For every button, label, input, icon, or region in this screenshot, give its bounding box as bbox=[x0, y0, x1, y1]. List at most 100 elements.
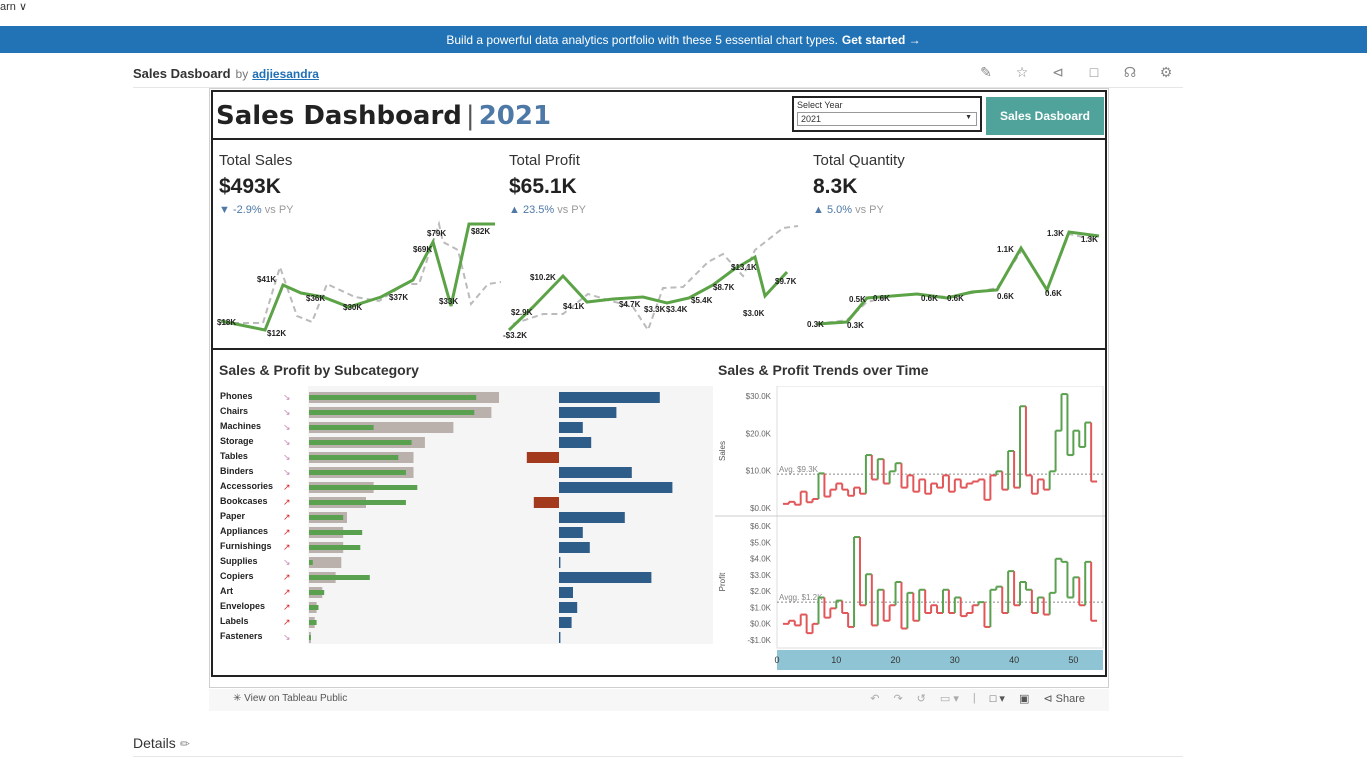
y-tick-label: $10.0K bbox=[746, 467, 772, 476]
sales-bar bbox=[309, 500, 406, 505]
award-icon[interactable]: ☊ bbox=[1121, 64, 1139, 81]
plot-background bbox=[776, 386, 1104, 649]
pencil-icon[interactable]: ✏ bbox=[180, 737, 190, 751]
profit-label: $3.3K bbox=[644, 305, 666, 314]
profit-label: $8.7K bbox=[713, 283, 735, 292]
sales-bar bbox=[309, 395, 477, 400]
subcategory-label: Envelopes bbox=[220, 601, 265, 611]
x-tick-label: 50 bbox=[1068, 655, 1078, 665]
quantity-label: 0.6K bbox=[947, 294, 964, 303]
trend-up-icon: ↗ bbox=[283, 542, 291, 552]
trend-up-icon: ↗ bbox=[283, 617, 291, 627]
revert-icon[interactable]: ↺ bbox=[917, 692, 926, 705]
select-year-dropdown[interactable]: 2021 ▼ bbox=[797, 112, 977, 126]
profit-label: $3.0K bbox=[743, 309, 765, 318]
x-tick-label: 10 bbox=[831, 655, 841, 665]
kpi-total-profit: Total Profit $65.1K ▲ 23.5% vs PY $2.9K … bbox=[503, 142, 805, 350]
y-tick-label: $0.0K bbox=[750, 620, 772, 629]
author-link[interactable]: adjiesandra bbox=[252, 67, 319, 81]
settings-icon[interactable]: ⚙ bbox=[1157, 64, 1175, 81]
subcategory-label: Appliances bbox=[220, 526, 268, 536]
sales-label: $37K bbox=[389, 293, 408, 302]
quantity-label: 0.3K bbox=[847, 321, 864, 330]
learn-menu[interactable]: arn ∨ bbox=[0, 0, 27, 13]
profit-bar bbox=[559, 632, 561, 643]
comment-icon[interactable]: □ ▾ bbox=[990, 692, 1005, 705]
profit-bar-negative bbox=[526, 452, 559, 463]
viz-container: Sales Dashboard | 2021 Select Year 2021 ▼ … bbox=[209, 88, 1109, 688]
profit-bar bbox=[559, 617, 572, 628]
profit-bar bbox=[559, 437, 592, 448]
profit-bar bbox=[559, 482, 673, 493]
kpi-value: $493K bbox=[219, 175, 281, 198]
sales-bar bbox=[309, 440, 412, 445]
trend-down-icon: ↘ bbox=[283, 422, 291, 432]
trend-up-icon: ↗ bbox=[283, 497, 291, 507]
profit-bar bbox=[559, 407, 617, 418]
kpi-value: $65.1K bbox=[509, 175, 577, 198]
edit-icon[interactable]: ✎ bbox=[977, 64, 995, 81]
subcategory-label: Phones bbox=[220, 391, 253, 401]
kpi-total-quantity: Total Quantity 8.3K ▲ 5.0% vs PY 0.3K 0.… bbox=[807, 142, 1105, 350]
share-icon[interactable]: ⊲ bbox=[1049, 64, 1067, 81]
dashboard-year: 2021 bbox=[478, 101, 552, 131]
y-axis-title: Sales bbox=[718, 441, 727, 461]
y-tick-label: $5.0K bbox=[750, 538, 772, 547]
trends-chart: $30.0K $20.0K $10.0K $0.0K Sales Avg. $9.3K $6… bbox=[715, 386, 1105, 670]
subcategory-label: Labels bbox=[220, 616, 249, 626]
average-label: Avg. $9.3K bbox=[779, 465, 819, 474]
sales-label: $82K bbox=[471, 227, 490, 236]
trends-title: Sales & Profit Trends over Time bbox=[718, 362, 929, 378]
select-year-label: Select Year bbox=[797, 100, 843, 110]
sales-bar bbox=[309, 530, 363, 535]
trend-up-icon: ↗ bbox=[283, 587, 291, 597]
get-started-link[interactable]: Get started → bbox=[842, 33, 921, 47]
subcategory-label: Binders bbox=[220, 466, 254, 476]
chevron-down-icon: ▼ bbox=[965, 114, 972, 121]
y-tick-label: $2.0K bbox=[750, 587, 772, 596]
sales-dashboard-button[interactable]: Sales Dasboard bbox=[986, 97, 1104, 135]
profit-label: $13.1K bbox=[731, 263, 757, 272]
sales-bar bbox=[309, 605, 319, 610]
y-tick-label: $4.0K bbox=[750, 555, 772, 564]
y-tick-label: $0.0K bbox=[750, 504, 772, 513]
view-on-tableau-label: View on Tableau Public bbox=[244, 693, 348, 704]
subcategory-label: Machines bbox=[220, 421, 261, 431]
profit-bar bbox=[559, 527, 583, 538]
pause-icon[interactable]: ▭ ▾ bbox=[940, 692, 959, 705]
kpi-title: Total Quantity bbox=[813, 152, 905, 169]
profit-bar-negative bbox=[533, 497, 559, 508]
profit-bar bbox=[559, 602, 578, 613]
profit-bar bbox=[559, 512, 625, 523]
view-on-tableau-link[interactable]: ✳ View on Tableau Public bbox=[233, 693, 347, 704]
viz-title: Sales Dasboard bbox=[133, 66, 231, 81]
profit-bar bbox=[559, 557, 561, 568]
dashboard-title: Sales Dashboard | 2021 bbox=[216, 101, 551, 131]
comment-icon[interactable]: □ bbox=[1085, 64, 1103, 81]
trend-down-icon: ↘ bbox=[283, 407, 291, 417]
star-icon[interactable]: ☆ bbox=[1013, 64, 1031, 81]
quantity-label: 0.5K bbox=[849, 295, 866, 304]
sales-label: $41K bbox=[257, 275, 276, 284]
y-tick-label: $30.0K bbox=[746, 392, 772, 401]
kpi-row: Total Sales $493K ▼ -2.9% vs PY $18K $12… bbox=[213, 142, 1105, 350]
undo-icon[interactable]: ↶ bbox=[870, 692, 879, 705]
subcategory-label: Storage bbox=[220, 436, 254, 446]
subcategory-label: Paper bbox=[220, 511, 246, 521]
divider: | bbox=[972, 692, 976, 704]
quantity-label: 1.1K bbox=[997, 245, 1014, 254]
x-axis-band bbox=[777, 650, 1103, 670]
x-tick-label: 30 bbox=[950, 655, 960, 665]
subcategory-label: Furnishings bbox=[220, 541, 272, 551]
trend-down-icon: ↘ bbox=[283, 557, 291, 567]
kpi-value: 8.3K bbox=[813, 175, 858, 198]
select-year-filter: Select Year 2021 ▼ bbox=[792, 96, 982, 132]
sales-bar bbox=[309, 470, 406, 475]
fullscreen-icon[interactable]: ▣ bbox=[1019, 692, 1029, 705]
x-tick-label: 20 bbox=[891, 655, 901, 665]
share-button[interactable]: ⊲ Share bbox=[1043, 692, 1085, 705]
quantity-label: 0.6K bbox=[1045, 289, 1062, 298]
profit-bar bbox=[559, 392, 660, 403]
x-tick-label: 40 bbox=[1009, 655, 1019, 665]
redo-icon[interactable]: ↷ bbox=[893, 692, 902, 705]
